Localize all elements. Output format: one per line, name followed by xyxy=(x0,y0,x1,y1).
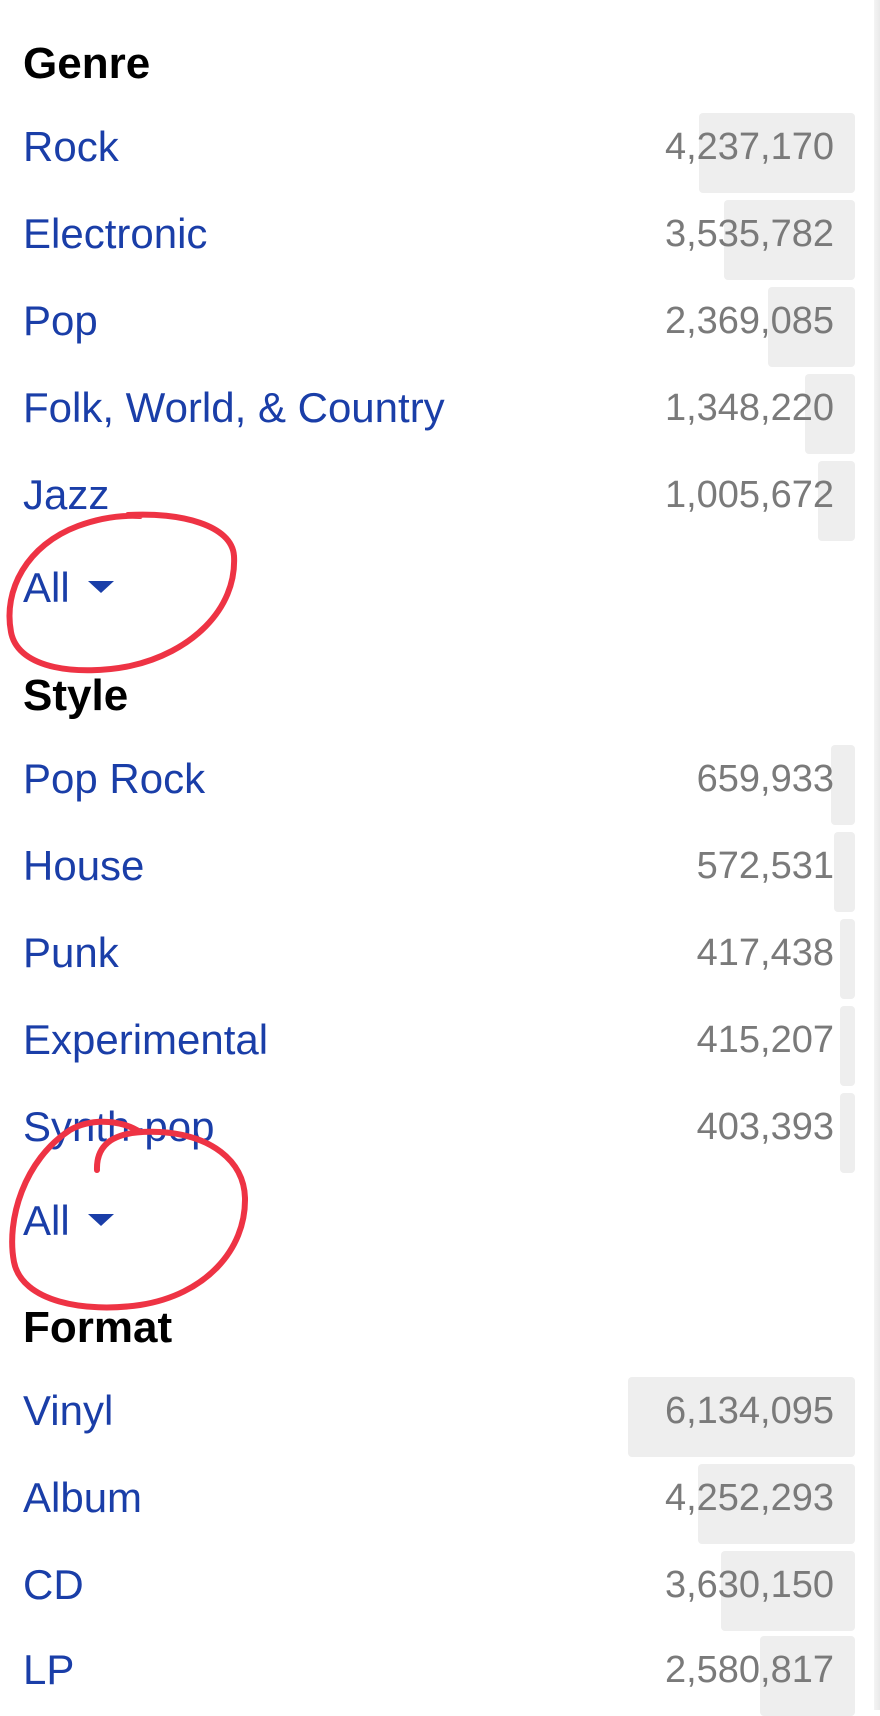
facet-link[interactable]: Experimental xyxy=(23,1000,268,1080)
facet-link[interactable]: CD xyxy=(23,1545,84,1625)
facet-count: 1,348,220 xyxy=(664,387,834,429)
facet-count: 415,207 xyxy=(696,1019,834,1061)
facet-link[interactable]: Jazz xyxy=(23,455,109,535)
facet-link[interactable]: Punk xyxy=(23,913,119,993)
facet-link[interactable]: Vinyl xyxy=(23,1371,113,1451)
facet-link[interactable]: Pop xyxy=(23,281,98,361)
facet-share-bar xyxy=(840,1093,855,1173)
filter-panel: Genre Rock 4,237,170 Electronic 3,535,78… xyxy=(0,0,880,1716)
facet-link[interactable]: LP xyxy=(23,1630,74,1710)
facet-count: 4,252,293 xyxy=(664,1477,834,1519)
facet-row[interactable]: House 572,531 xyxy=(0,826,855,912)
facet-count: 659,933 xyxy=(696,758,834,800)
facet-link[interactable]: Folk, World, & Country xyxy=(23,368,445,448)
facet-share-bar xyxy=(840,919,855,999)
style-heading: Style xyxy=(23,671,129,720)
facet-row[interactable]: Synth-pop 403,393 xyxy=(0,1087,855,1173)
facet-count: 403,393 xyxy=(696,1106,834,1148)
facet-share-bar xyxy=(831,745,855,825)
facet-count: 3,630,150 xyxy=(664,1564,834,1606)
facet-link[interactable]: Album xyxy=(23,1458,142,1538)
facet-link[interactable]: Pop Rock xyxy=(23,739,205,819)
scrollbar[interactable] xyxy=(874,0,880,1710)
caret-down-icon xyxy=(87,1213,114,1226)
facet-row[interactable]: Pop Rock 659,933 xyxy=(0,739,855,825)
facet-count: 2,369,085 xyxy=(664,300,834,342)
show-all-label: All xyxy=(23,564,70,611)
facet-row[interactable]: Pop 2,369,085 xyxy=(0,281,855,367)
facet-row[interactable]: Rock 4,237,170 xyxy=(0,107,855,193)
facet-row[interactable]: Album 4,252,293 xyxy=(0,1458,855,1544)
facet-row[interactable]: Electronic 3,535,782 xyxy=(0,194,855,280)
genre-heading: Genre xyxy=(23,39,151,88)
facet-count: 6,134,095 xyxy=(664,1390,834,1432)
facet-count: 2,580,817 xyxy=(664,1649,834,1691)
facet-row[interactable]: Folk, World, & Country 1,348,220 xyxy=(0,368,855,454)
facet-row[interactable]: Experimental 415,207 xyxy=(0,1000,855,1086)
facet-row[interactable]: Punk 417,438 xyxy=(0,913,855,999)
facet-link[interactable]: Rock xyxy=(23,107,119,187)
facet-link[interactable]: House xyxy=(23,826,144,906)
facet-row[interactable]: LP 2,580,817 xyxy=(0,1630,855,1716)
genre-show-all-button[interactable]: All xyxy=(23,553,114,623)
caret-down-icon xyxy=(87,580,114,593)
facet-count: 572,531 xyxy=(696,845,834,887)
facet-row[interactable]: Jazz 1,005,672 xyxy=(0,455,855,541)
facet-share-bar xyxy=(840,1006,855,1086)
facet-count: 3,535,782 xyxy=(664,213,834,255)
show-all-label: All xyxy=(23,1197,70,1244)
facet-row[interactable]: Vinyl 6,134,095 xyxy=(0,1371,855,1457)
style-show-all-button[interactable]: All xyxy=(23,1186,114,1256)
facet-count: 1,005,672 xyxy=(664,474,834,516)
format-heading: Format xyxy=(23,1303,173,1352)
facet-link[interactable]: Synth-pop xyxy=(23,1087,214,1167)
facet-count: 4,237,170 xyxy=(664,126,834,168)
facet-count: 417,438 xyxy=(696,932,834,974)
facet-link[interactable]: Electronic xyxy=(23,194,207,274)
facet-share-bar xyxy=(834,832,855,912)
facet-row[interactable]: CD 3,630,150 xyxy=(0,1545,855,1631)
